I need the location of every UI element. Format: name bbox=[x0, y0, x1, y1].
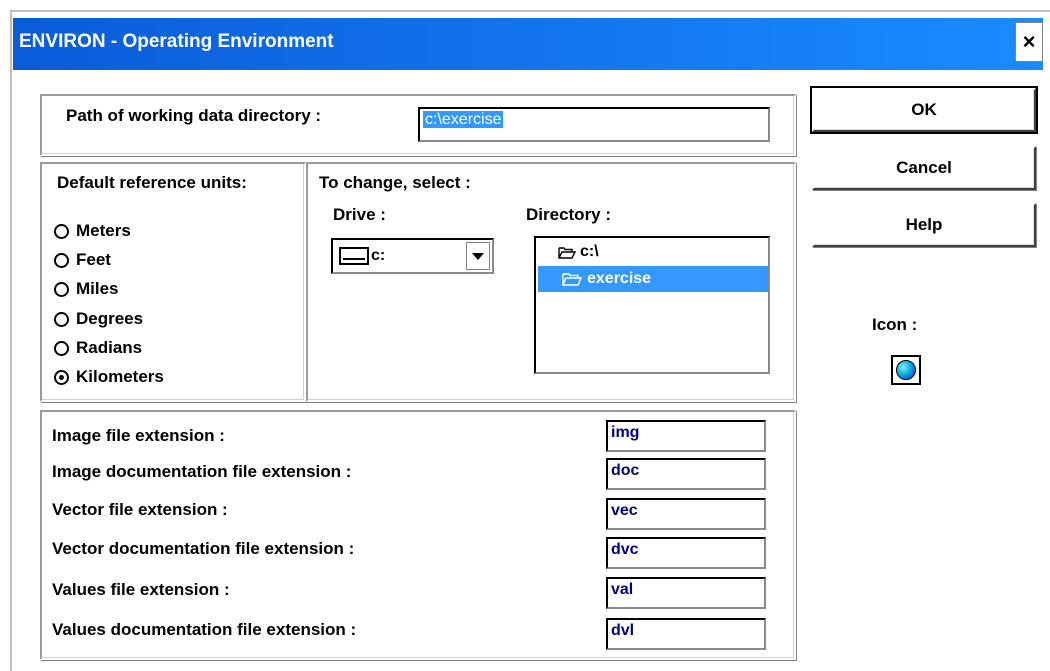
extension-value: dvc bbox=[611, 541, 639, 558]
units-label: Default reference units: bbox=[57, 173, 247, 192]
change-label: To change, select : bbox=[319, 173, 471, 192]
radio-label: Meters bbox=[76, 221, 131, 240]
radio-radians[interactable]: Radians bbox=[54, 338, 142, 358]
extension-value: vec bbox=[611, 502, 638, 519]
radio-feet[interactable]: Feet bbox=[54, 250, 111, 270]
help-button[interactable]: Help bbox=[812, 203, 1036, 247]
radio-circle bbox=[54, 281, 69, 297]
extension-input-values[interactable]: val bbox=[606, 577, 766, 609]
extension-value: val bbox=[611, 581, 634, 598]
extension-input-values-doc[interactable]: dvl bbox=[606, 618, 766, 650]
path-label: Path of working data directory : bbox=[66, 106, 322, 125]
radio-circle bbox=[54, 340, 69, 356]
icon-button[interactable] bbox=[891, 355, 921, 385]
path-input-value: c:\exercise bbox=[423, 111, 504, 128]
globe-icon bbox=[896, 360, 916, 380]
drive-select[interactable]: c: bbox=[331, 238, 494, 274]
extension-label-image-doc: Image documentation file extension : bbox=[52, 462, 352, 481]
radio-degrees[interactable]: Degrees bbox=[54, 309, 143, 329]
window-title: ENVIRON - Operating Environment bbox=[19, 31, 334, 52]
drive-value: c: bbox=[371, 247, 386, 264]
extension-label-image: Image file extension : bbox=[52, 426, 225, 445]
extension-label-values: Values file extension : bbox=[52, 580, 230, 599]
dropdown-button[interactable] bbox=[466, 242, 490, 270]
path-input[interactable]: c:\exercise bbox=[418, 107, 770, 142]
help-button-label: Help bbox=[905, 215, 943, 234]
extension-input-image-doc[interactable]: doc bbox=[606, 458, 766, 490]
radio-circle-selected bbox=[54, 369, 69, 385]
extension-value: img bbox=[611, 424, 640, 441]
directory-item-exercise[interactable]: exercise bbox=[538, 266, 768, 292]
radio-circle bbox=[54, 311, 69, 327]
directory-item-root[interactable]: c:\ bbox=[538, 240, 599, 264]
radio-label: Miles bbox=[76, 279, 119, 298]
extension-input-vector[interactable]: vec bbox=[606, 498, 766, 530]
open-folder-icon bbox=[562, 272, 583, 286]
cancel-button-label: Cancel bbox=[896, 158, 952, 177]
extension-label-vector-doc: Vector documentation file extension : bbox=[52, 539, 355, 558]
cancel-button[interactable]: Cancel bbox=[812, 146, 1036, 190]
drive-icon bbox=[339, 247, 369, 265]
open-folder-icon bbox=[558, 246, 577, 259]
radio-label: Feet bbox=[76, 250, 111, 269]
ok-button[interactable]: OK bbox=[810, 86, 1038, 134]
radio-label: Kilometers bbox=[76, 367, 164, 386]
radio-circle bbox=[54, 223, 69, 239]
extension-input-vector-doc[interactable]: dvc bbox=[606, 537, 766, 569]
directory-list[interactable]: c:\ exercise bbox=[534, 236, 770, 374]
radio-meters[interactable]: Meters bbox=[54, 221, 131, 241]
extension-input-image[interactable]: img bbox=[606, 420, 766, 452]
directory-item-label: c:\ bbox=[580, 243, 599, 260]
icon-label: Icon : bbox=[872, 315, 918, 334]
radio-circle bbox=[54, 252, 69, 268]
close-icon: × bbox=[1022, 29, 1036, 54]
radio-kilometers[interactable]: Kilometers bbox=[54, 367, 164, 387]
title-bar: ENVIRON - Operating Environment × bbox=[13, 18, 1043, 70]
radio-label: Radians bbox=[76, 338, 143, 357]
close-button[interactable]: × bbox=[1015, 22, 1043, 62]
directory-label: Directory : bbox=[526, 205, 612, 224]
directory-item-label: exercise bbox=[587, 270, 652, 287]
chevron-down-icon bbox=[472, 252, 484, 260]
drive-label: Drive : bbox=[333, 205, 386, 224]
extension-value: dvl bbox=[611, 622, 635, 639]
extension-label-vector: Vector file extension : bbox=[52, 500, 228, 519]
extension-label-values-doc: Values documentation file extension : bbox=[52, 620, 357, 639]
radio-miles[interactable]: Miles bbox=[54, 279, 119, 299]
ok-button-label: OK bbox=[911, 100, 937, 119]
radio-label: Degrees bbox=[76, 309, 144, 328]
extension-value: doc bbox=[611, 462, 640, 479]
